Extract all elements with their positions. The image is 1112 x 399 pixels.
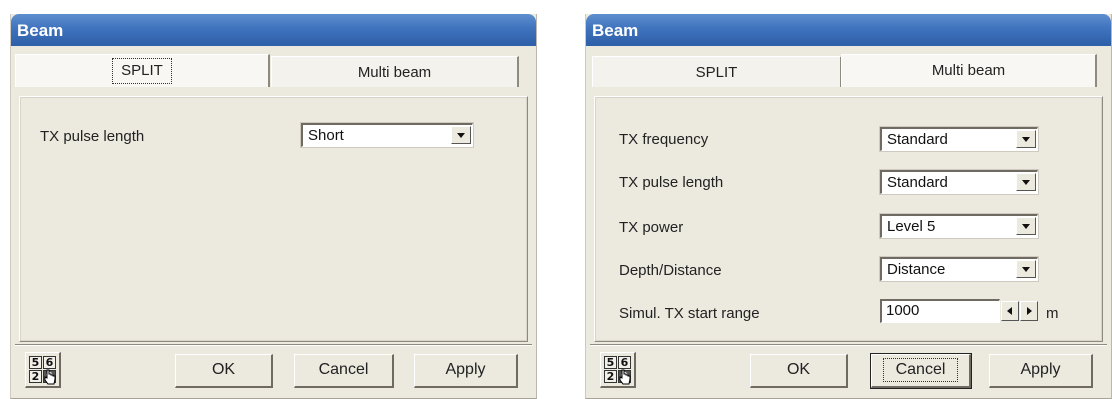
dialog-title: Beam [11, 14, 536, 46]
tab-panel: TX frequency Standard TX pulse length St… [594, 96, 1103, 342]
tx-frequency-select[interactable]: Standard [880, 127, 1038, 151]
dropdown-arrow-icon[interactable] [1016, 217, 1036, 235]
tx-pulse-length-select[interactable]: Standard [880, 170, 1038, 194]
apply-button-label: Apply [1020, 361, 1061, 378]
tab-split-label: SPLIT [695, 64, 738, 81]
range-unit: m [1046, 305, 1059, 322]
hand-cursor-icon [44, 369, 56, 385]
keypad-digit: 5 [604, 356, 617, 369]
ok-button-label: OK [211, 361, 236, 378]
cancel-button[interactable]: Cancel [294, 354, 394, 388]
tab-multi-beam-label: Multi beam [931, 62, 1006, 79]
apply-button-label: Apply [445, 361, 486, 378]
simul-tx-start-range-label: Simul. TX start range [619, 305, 760, 322]
dropdown-arrow-icon[interactable] [451, 126, 471, 144]
simul-tx-start-range-input[interactable]: 1000 [880, 299, 1000, 323]
tab-multi-beam-label: Multi beam [357, 64, 432, 81]
cancel-button-label: Cancel [318, 361, 369, 378]
tx-frequency-label: TX frequency [619, 131, 709, 148]
beam-dialog-split: Beam SPLIT Multi beam TX pulse length Sh… [10, 14, 537, 399]
separator [590, 344, 1107, 346]
dialog-title: Beam [586, 14, 1111, 46]
tab-split[interactable]: SPLIT [592, 56, 842, 87]
decrement-arrow-icon[interactable] [1001, 301, 1019, 321]
tx-pulse-length-select[interactable]: Short [301, 123, 473, 147]
tab-multi-beam[interactable]: Multi beam [271, 56, 519, 87]
dropdown-arrow-icon[interactable] [1016, 130, 1036, 148]
tab-bar: SPLIT Multi beam [590, 54, 1107, 87]
numeric-keypad-icon[interactable]: 5 6 2 9 [600, 352, 636, 388]
ok-button[interactable]: OK [175, 354, 273, 388]
tx-power-label: TX power [619, 219, 684, 236]
cancel-button-label: Cancel [882, 358, 959, 382]
beam-dialog-multi-beam: Beam SPLIT Multi beam TX frequency Stand… [585, 14, 1112, 399]
keypad-digit: 5 [29, 356, 42, 369]
numeric-keypad-icon[interactable]: 5 6 2 9 [25, 352, 61, 388]
tx-frequency-value: Standard [887, 131, 948, 148]
ok-button[interactable]: OK [750, 354, 848, 388]
hand-cursor-icon [619, 369, 631, 385]
keypad-digit: 6 [43, 356, 56, 369]
cancel-button[interactable]: Cancel [870, 353, 972, 389]
increment-arrow-icon[interactable] [1020, 301, 1038, 321]
tab-multi-beam[interactable]: Multi beam [841, 54, 1097, 87]
depth-distance-select[interactable]: Distance [880, 257, 1038, 281]
dropdown-arrow-icon[interactable] [1016, 173, 1036, 191]
tx-power-value: Level 5 [887, 218, 936, 235]
tx-pulse-length-value: Short [308, 127, 344, 144]
ok-button-label: OK [786, 361, 811, 378]
depth-distance-label: Depth/Distance [619, 262, 722, 279]
apply-button[interactable]: Apply [989, 354, 1093, 388]
tab-bar: SPLIT Multi beam [15, 54, 532, 87]
tx-pulse-length-label: TX pulse length [40, 128, 145, 145]
tx-pulse-length-label: TX pulse length [619, 174, 724, 191]
apply-button[interactable]: Apply [414, 354, 518, 388]
tx-pulse-length-value: Standard [887, 174, 948, 191]
tab-panel: TX pulse length Short [19, 96, 528, 342]
separator [15, 344, 532, 346]
tx-power-select[interactable]: Level 5 [880, 214, 1038, 238]
tab-split[interactable]: SPLIT [15, 54, 270, 87]
depth-distance-value: Distance [887, 261, 946, 278]
keypad-digit: 2 [604, 370, 617, 383]
keypad-digit: 2 [29, 370, 42, 383]
dropdown-arrow-icon[interactable] [1016, 260, 1036, 278]
keypad-digit: 6 [618, 356, 631, 369]
tab-split-label: SPLIT [112, 58, 172, 84]
